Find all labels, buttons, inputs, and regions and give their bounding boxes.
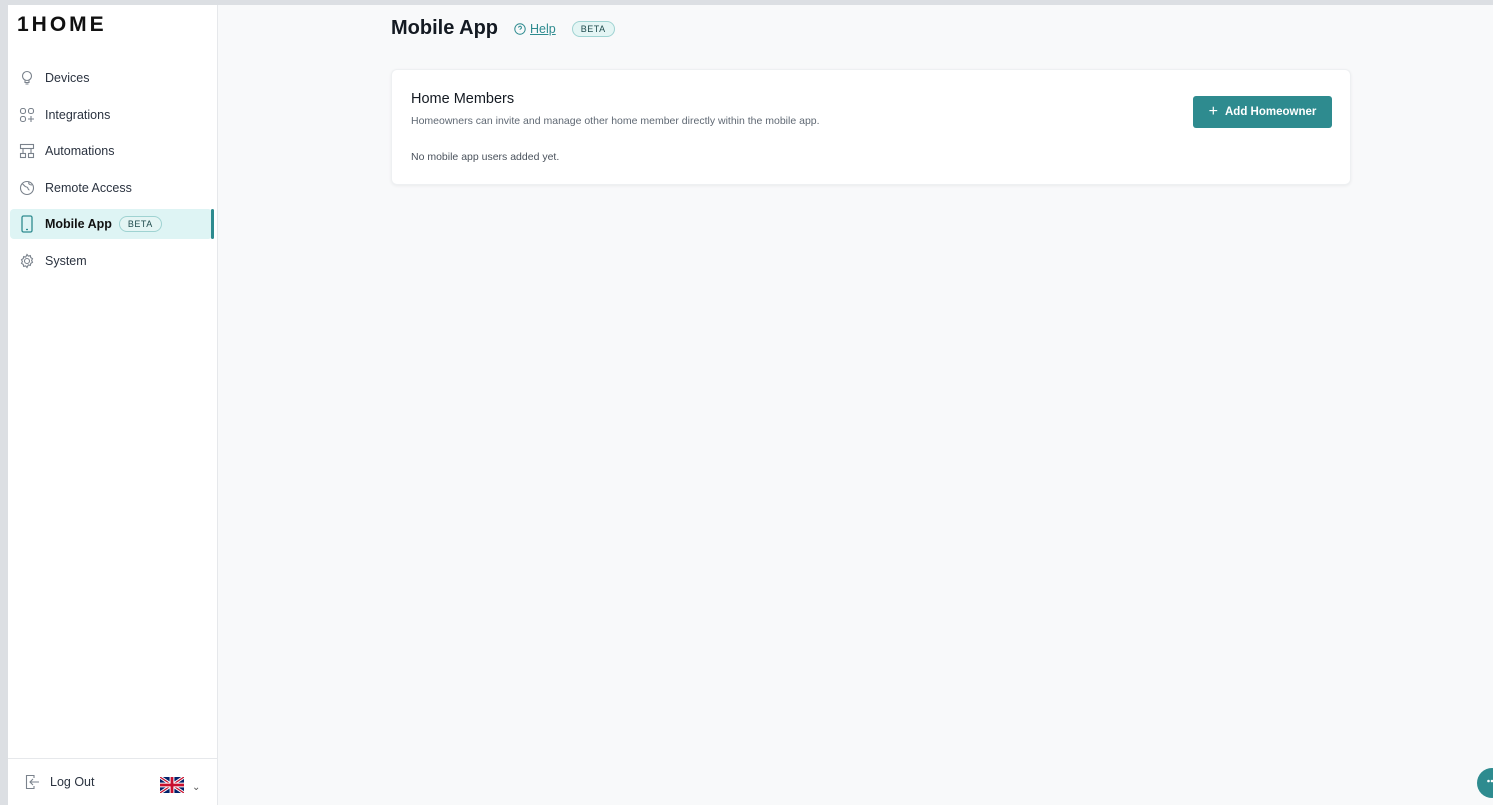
chevron-down-icon: ⌄ xyxy=(192,782,201,793)
logout-label: Log Out xyxy=(50,775,95,789)
sidebar: 1HOME Devices Integrations Automations R… xyxy=(8,5,218,805)
lightbulb-icon xyxy=(18,69,36,87)
help-icon xyxy=(514,22,526,35)
app-frame: 1HOME Devices Integrations Automations R… xyxy=(8,5,1493,805)
automations-icon xyxy=(18,142,36,160)
globe-icon xyxy=(18,179,36,197)
sidebar-footer: Log Out ⌄ xyxy=(8,758,218,805)
sidebar-item-label: Mobile App xyxy=(45,217,112,231)
integrations-icon xyxy=(18,106,36,124)
sidebar-item-label: System xyxy=(45,253,87,268)
sidebar-nav: Devices Integrations Automations Remote … xyxy=(8,63,218,282)
sidebar-item-label: Devices xyxy=(45,71,90,85)
plus-icon: + xyxy=(1208,103,1218,120)
sidebar-item-mobile-app[interactable]: Mobile App BETA xyxy=(10,209,214,239)
home-members-card: Home Members Homeowners can invite and m… xyxy=(391,69,1351,185)
help-label: Help xyxy=(530,21,556,36)
beta-badge: BETA xyxy=(118,216,162,232)
logout-icon xyxy=(25,774,40,790)
sidebar-item-automations[interactable]: Automations xyxy=(10,136,212,166)
chat-bubble-button[interactable] xyxy=(1477,768,1493,798)
language-selector[interactable]: ⌄ xyxy=(159,775,201,798)
add-homeowner-button[interactable]: + Add Homeowner xyxy=(1193,96,1332,128)
gear-icon xyxy=(18,252,36,270)
page-title: Mobile App xyxy=(391,17,499,39)
sidebar-item-label: Remote Access xyxy=(45,180,132,195)
card-title: Home Members xyxy=(411,91,515,107)
sidebar-item-remote-access[interactable]: Remote Access xyxy=(10,173,212,203)
sidebar-item-devices[interactable]: Devices xyxy=(10,63,212,93)
empty-state-text: No mobile app users added yet. xyxy=(411,151,560,163)
uk-flag-icon xyxy=(159,775,185,798)
add-homeowner-label: Add Homeowner xyxy=(1224,106,1317,118)
main-content: Mobile App Help BETA Home Members Homeow… xyxy=(218,5,1493,805)
chat-icon xyxy=(1485,774,1493,793)
logout-button[interactable]: Log Out xyxy=(25,774,94,790)
page-header: Mobile App Help BETA xyxy=(391,17,615,40)
card-subtitle: Homeowners can invite and manage other h… xyxy=(411,115,820,127)
sidebar-item-label: Integrations xyxy=(45,107,111,122)
sidebar-item-integrations[interactable]: Integrations xyxy=(10,100,212,130)
logo: 1HOME xyxy=(17,13,107,36)
help-link[interactable]: Help xyxy=(514,22,556,36)
beta-badge: BETA xyxy=(571,20,615,37)
phone-icon xyxy=(18,215,36,233)
sidebar-item-label: Automations xyxy=(45,144,115,158)
sidebar-item-system[interactable]: System xyxy=(10,246,212,276)
